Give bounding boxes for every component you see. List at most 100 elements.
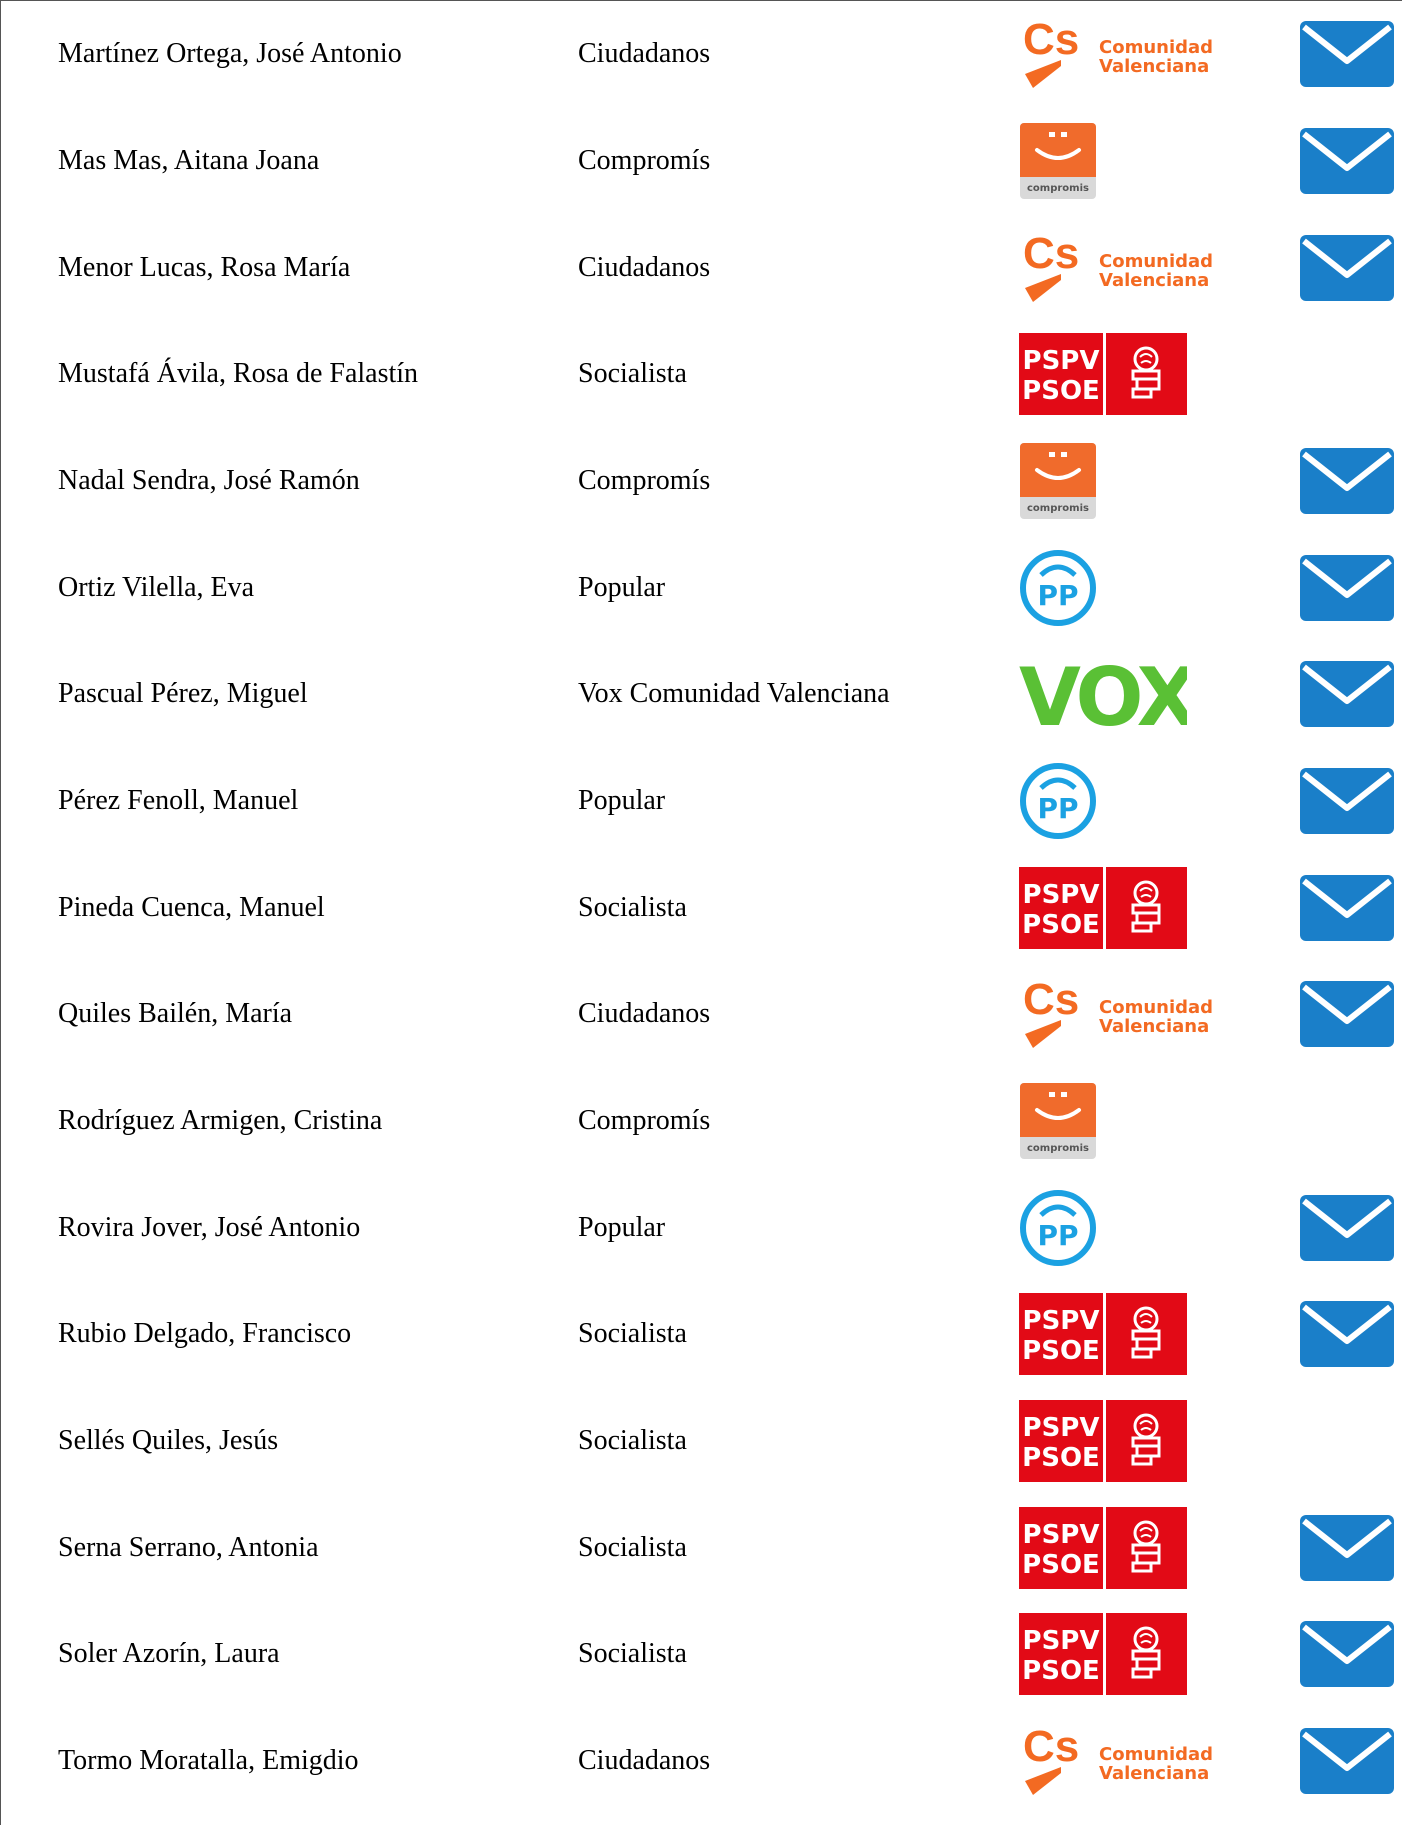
list-item: Mas Mas, Aitana Joana Compromís compromis xyxy=(0,107,1402,214)
party-name: Socialista xyxy=(578,1317,687,1349)
deputy-name: Martínez Ortega, José Antonio xyxy=(58,37,402,69)
deputy-name: Pineda Cuenca, Manuel xyxy=(58,891,325,923)
svg-text:Valenciana: Valenciana xyxy=(1099,270,1209,291)
envelope-icon[interactable] xyxy=(1300,767,1394,834)
pspv-psoe-logo-icon: PSPV PSOE xyxy=(1019,332,1187,415)
envelope-icon[interactable] xyxy=(1300,554,1394,621)
pspv-psoe-logo-icon: PSPV PSOE xyxy=(1019,1506,1187,1589)
list-item: Menor Lucas, Rosa María Ciudadanos Cs Com… xyxy=(0,214,1402,321)
compromis-logo-icon: compromis xyxy=(1019,1082,1097,1160)
pp-logo-icon: PP xyxy=(1019,1189,1097,1267)
svg-text:PP: PP xyxy=(1037,792,1078,825)
party-name: Popular xyxy=(578,571,666,603)
deputy-name: Rubio Delgado, Francisco xyxy=(58,1317,352,1349)
svg-text:PSOE: PSOE xyxy=(1022,1656,1100,1686)
deputy-name: Tormo Moratalla, Emigdio xyxy=(58,1744,359,1776)
envelope-icon[interactable] xyxy=(1300,1194,1394,1261)
party-name: Compromís xyxy=(578,1104,711,1136)
party-name: Socialista xyxy=(578,1424,687,1456)
svg-text:Cs: Cs xyxy=(1023,1725,1079,1771)
list-item: Rubio Delgado, Francisco Socialista PSPV … xyxy=(0,1280,1402,1387)
party-name: Socialista xyxy=(578,1637,687,1669)
list-item: Pineda Cuenca, Manuel Socialista PSPV PSO… xyxy=(0,854,1402,961)
vox-logo-icon: VOX xyxy=(1017,653,1187,735)
svg-text:Comunidad: Comunidad xyxy=(1099,997,1213,1018)
svg-text:compromis: compromis xyxy=(1027,183,1089,194)
pspv-psoe-logo-icon: PSPV PSOE xyxy=(1019,1612,1187,1695)
party-name: Socialista xyxy=(578,1531,687,1563)
svg-text:PSOE: PSOE xyxy=(1022,910,1100,940)
list-item: Pérez Fenoll, Manuel Popular PP xyxy=(0,747,1402,854)
pp-logo-icon: PP xyxy=(1019,549,1097,627)
list-item: Mustafá Ávila, Rosa de Falastín Socialist… xyxy=(0,320,1402,427)
pspv-psoe-logo-icon: PSPV PSOE xyxy=(1019,1292,1187,1375)
svg-text:PSOE: PSOE xyxy=(1022,1550,1100,1580)
envelope-icon[interactable] xyxy=(1300,20,1394,87)
pspv-psoe-logo-icon: PSPV PSOE xyxy=(1019,1399,1187,1482)
envelope-icon[interactable] xyxy=(1300,234,1394,301)
svg-text:PP: PP xyxy=(1037,579,1078,612)
envelope-icon[interactable] xyxy=(1300,1620,1394,1687)
party-name: Compromís xyxy=(578,144,711,176)
list-item: Serna Serrano, Antonia Socialista PSPV PS… xyxy=(0,1494,1402,1601)
party-name: Socialista xyxy=(578,357,687,389)
envelope-icon[interactable] xyxy=(1300,660,1394,727)
party-name: Ciudadanos xyxy=(578,37,711,69)
list-item: Sellés Quiles, Jesús Socialista PSPV PSOE xyxy=(0,1387,1402,1494)
list-item: Martínez Ortega, José Antonio Ciudadanos … xyxy=(0,0,1402,107)
svg-text:PSPV: PSPV xyxy=(1023,1626,1100,1656)
list-item: Ortiz Vilella, Eva Popular PP xyxy=(0,534,1402,641)
deputy-name: Pérez Fenoll, Manuel xyxy=(58,784,299,816)
svg-text:PSPV: PSPV xyxy=(1023,1306,1100,1336)
envelope-icon[interactable] xyxy=(1300,127,1394,194)
deputy-name: Serna Serrano, Antonia xyxy=(58,1531,319,1563)
svg-text:Comunidad: Comunidad xyxy=(1099,1744,1213,1765)
list-item: Soler Azorín, Laura Socialista PSPV PSOE xyxy=(0,1600,1402,1707)
svg-text:Cs: Cs xyxy=(1023,18,1079,64)
svg-text:PSPV: PSPV xyxy=(1023,880,1100,910)
party-name: Popular xyxy=(578,784,666,816)
list-item: Pascual Pérez, Miguel Vox Comunidad Valen… xyxy=(0,640,1402,747)
svg-text:compromis: compromis xyxy=(1027,1143,1089,1154)
deputy-name: Pascual Pérez, Miguel xyxy=(58,677,308,709)
deputy-name: Sellés Quiles, Jesús xyxy=(58,1424,279,1456)
svg-text:PSOE: PSOE xyxy=(1022,1336,1100,1366)
svg-text:Cs: Cs xyxy=(1023,232,1079,278)
svg-text:compromis: compromis xyxy=(1027,503,1089,514)
deputy-name: Soler Azorín, Laura xyxy=(58,1637,280,1669)
envelope-icon[interactable] xyxy=(1300,1727,1394,1794)
svg-text:PP: PP xyxy=(1037,1219,1078,1252)
svg-text:Comunidad: Comunidad xyxy=(1099,251,1213,272)
svg-text:PSPV: PSPV xyxy=(1023,1520,1100,1550)
svg-text:PSOE: PSOE xyxy=(1022,1443,1100,1473)
envelope-icon[interactable] xyxy=(1300,1300,1394,1367)
ciudadanos-logo-icon: Cs Comunidad Valenciana xyxy=(1019,1725,1219,1797)
party-name: Compromís xyxy=(578,464,711,496)
list-item: Rovira Jover, José Antonio Popular PP xyxy=(0,1174,1402,1281)
party-name: Vox Comunidad Valenciana xyxy=(578,677,890,709)
envelope-icon[interactable] xyxy=(1300,1514,1394,1581)
envelope-icon[interactable] xyxy=(1300,980,1394,1047)
deputy-name: Mas Mas, Aitana Joana xyxy=(58,144,320,176)
party-name: Ciudadanos xyxy=(578,1744,711,1776)
deputy-name: Menor Lucas, Rosa María xyxy=(58,251,351,283)
svg-text:Valenciana: Valenciana xyxy=(1099,56,1209,77)
compromis-logo-icon: compromis xyxy=(1019,442,1097,520)
party-name: Popular xyxy=(578,1211,666,1243)
deputy-name: Ortiz Vilella, Eva xyxy=(58,571,255,603)
envelope-icon[interactable] xyxy=(1300,874,1394,941)
svg-text:Valenciana: Valenciana xyxy=(1099,1763,1209,1784)
compromis-logo-icon: compromis xyxy=(1019,122,1097,200)
deputy-name: Rodríguez Armigen, Cristina xyxy=(58,1104,383,1136)
svg-text:PSPV: PSPV xyxy=(1023,1413,1100,1443)
party-name: Ciudadanos xyxy=(578,997,711,1029)
deputy-name: Mustafá Ávila, Rosa de Falastín xyxy=(58,357,419,389)
party-name: Socialista xyxy=(578,891,687,923)
svg-text:VOX: VOX xyxy=(1019,653,1187,735)
party-name: Ciudadanos xyxy=(578,251,711,283)
list-item: Quiles Bailén, María Ciudadanos Cs Comuni… xyxy=(0,960,1402,1067)
envelope-icon[interactable] xyxy=(1300,447,1394,514)
ciudadanos-logo-icon: Cs Comunidad Valenciana xyxy=(1019,978,1219,1050)
deputy-name: Rovira Jover, José Antonio xyxy=(58,1211,361,1243)
pp-logo-icon: PP xyxy=(1019,762,1097,840)
